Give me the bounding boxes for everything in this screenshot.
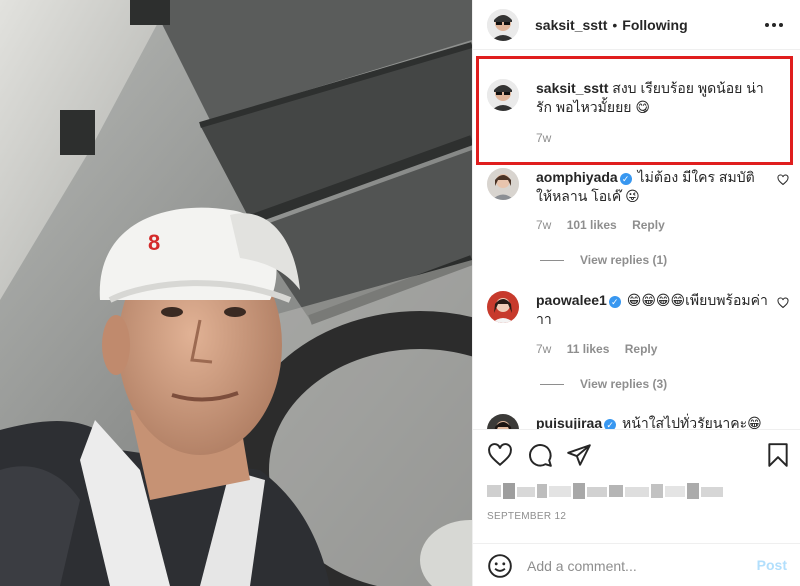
post-date[interactable]: SEPTEMBER 12 — [487, 511, 566, 522]
caption-username[interactable]: saksit_sstt — [536, 80, 608, 96]
author-username-link[interactable]: saksit_sstt — [535, 17, 607, 33]
comment-likes[interactable]: 11 likes — [567, 342, 610, 356]
commenter-username[interactable]: puisujiraa — [536, 415, 602, 429]
replies-divider-line — [540, 383, 564, 385]
view-replies-button[interactable]: View replies (1) — [540, 253, 667, 267]
bookmark-icon[interactable] — [765, 442, 791, 468]
verified-badge-icon: ✓ — [608, 296, 621, 308]
author-avatar[interactable] — [487, 8, 519, 41]
more-options-icon[interactable] — [765, 16, 783, 34]
post-details-panel: saksit_sstt • Following saksit_sstt สงบ … — [472, 0, 800, 586]
separator-dot: • — [612, 16, 618, 33]
heart-icon[interactable] — [487, 442, 513, 468]
comments-list[interactable]: saksit_sstt สงบ เรียบร้อย พูดน้อย น่ารัก… — [473, 51, 800, 429]
view-replies-label: View replies (3) — [580, 377, 668, 391]
comment-icon[interactable] — [527, 442, 553, 468]
view-replies-button[interactable]: View replies (3) — [540, 377, 667, 391]
comment-timestamp[interactable]: 7w — [536, 342, 551, 356]
profile-photo-image — [487, 291, 519, 323]
comment-text: paowalee1 ✓ 😁😁😁😁เพียบพร้อมค่าาา — [536, 291, 768, 329]
commenter-username[interactable]: aomphiyada — [536, 169, 618, 185]
comment-text: puisujiraa ✓ หน้าใสไปทั่วรัยนาคะ😁 — [536, 414, 768, 429]
following-button[interactable]: Following — [622, 17, 687, 33]
verified-badge-icon: ✓ — [619, 173, 632, 185]
cartoon-avatar-image — [487, 79, 519, 111]
post-action-bar — [473, 429, 800, 477]
replies-divider-line — [540, 259, 564, 261]
cartoon-avatar-image — [487, 8, 519, 41]
verified-badge-icon: ✓ — [604, 419, 617, 429]
view-replies-label: View replies (1) — [580, 253, 668, 267]
profile-photo-image — [487, 414, 519, 429]
commenter-avatar[interactable] — [487, 168, 519, 200]
share-icon[interactable] — [566, 442, 592, 468]
heart-icon[interactable] — [777, 297, 789, 309]
profile-photo-image — [487, 168, 519, 200]
selfie-in-car-image: 8 — [0, 0, 472, 586]
comment-meta: 7w 101 likes Reply — [536, 218, 677, 232]
caption-author-avatar[interactable] — [487, 79, 519, 111]
caption-timestamp[interactable]: 7w — [536, 131, 551, 145]
reply-button[interactable]: Reply — [625, 342, 658, 356]
commenter-avatar[interactable] — [487, 414, 519, 429]
svg-text:8: 8 — [148, 230, 160, 255]
add-comment-input[interactable] — [527, 552, 737, 580]
reply-button[interactable]: Reply — [632, 218, 665, 232]
commenter-avatar[interactable] — [487, 291, 519, 323]
comment-timestamp[interactable]: 7w — [536, 218, 551, 232]
commenter-username[interactable]: paowalee1 — [536, 292, 607, 308]
comment-body: หน้าใสไปทั่วรัยนาคะ😁 — [622, 415, 762, 429]
caption-text: saksit_sstt สงบ เรียบร้อย พูดน้อย น่ารัก… — [536, 79, 776, 117]
comment-text: aomphiyada ✓ ไม่ต้อง มีใคร สมบัติให้หลาน … — [536, 168, 768, 206]
add-comment-bar: Post — [473, 543, 800, 586]
post-header: saksit_sstt • Following — [473, 0, 800, 50]
post-comment-button[interactable]: Post — [757, 557, 787, 573]
heart-icon[interactable] — [777, 174, 789, 186]
post-photo[interactable]: 8 — [0, 0, 472, 586]
comment-meta: 7w 11 likes Reply — [536, 342, 669, 356]
comment-likes[interactable]: 101 likes — [567, 218, 617, 232]
emoji-icon[interactable] — [487, 553, 513, 579]
liked-by-blurred[interactable] — [487, 483, 727, 499]
